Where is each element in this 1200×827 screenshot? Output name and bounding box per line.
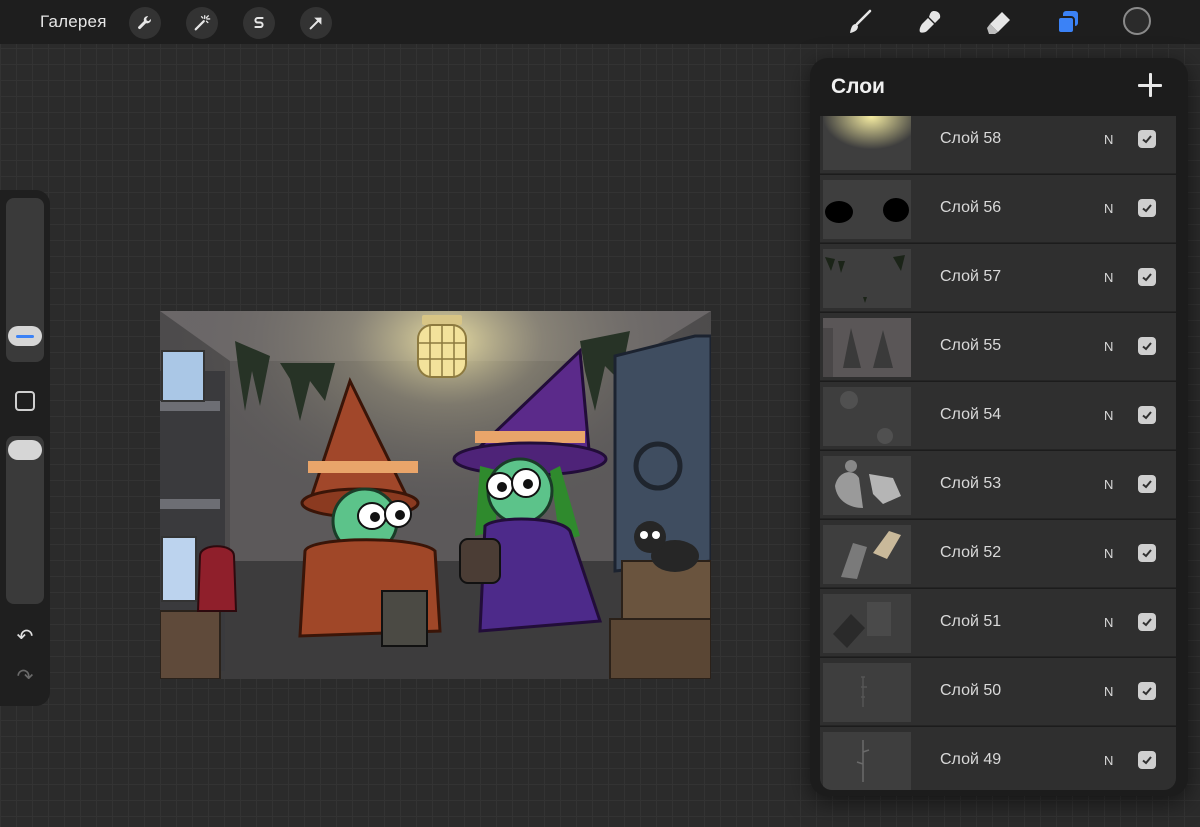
layer-thumbnail <box>823 116 911 170</box>
layer-thumbnail <box>823 249 911 308</box>
layers-title: Слои <box>831 75 885 98</box>
layer-name: Слой 53 <box>940 475 1002 492</box>
blend-mode-button[interactable]: N <box>1104 546 1113 561</box>
blend-mode-button[interactable]: N <box>1104 408 1113 423</box>
layer-thumbnail <box>823 387 911 446</box>
arrow-icon[interactable] <box>300 7 332 39</box>
selection-s-icon[interactable] <box>243 7 275 39</box>
visibility-checkbox[interactable] <box>1138 751 1156 769</box>
blend-mode-button[interactable]: N <box>1104 201 1113 216</box>
blend-mode-button[interactable]: N <box>1104 339 1113 354</box>
layer-name: Слой 58 <box>940 130 1002 147</box>
color-picker-swatch[interactable] <box>1123 7 1151 35</box>
layer-name: Слой 55 <box>940 337 1002 354</box>
layer-row[interactable]: Слой 57 N <box>820 244 1176 312</box>
redo-icon[interactable]: ↷ <box>12 666 38 688</box>
layer-row[interactable]: Слой 54 N <box>820 382 1176 450</box>
layer-list[interactable]: Слой 58 N Слой 56 N Слой 57 N Слой 55 N … <box>820 116 1176 790</box>
layers-icon[interactable] <box>1052 6 1084 38</box>
blend-mode-button[interactable]: N <box>1104 477 1113 492</box>
modify-button[interactable] <box>15 391 35 411</box>
layer-thumbnail <box>823 525 911 584</box>
layer-thumbnail <box>823 318 911 377</box>
top-toolbar: Галерея <box>0 0 1200 44</box>
layer-thumbnail <box>823 456 911 515</box>
layer-row[interactable]: Слой 58 N <box>820 116 1176 174</box>
layer-name: Слой 54 <box>940 406 1002 423</box>
visibility-checkbox[interactable] <box>1138 406 1156 424</box>
visibility-checkbox[interactable] <box>1138 337 1156 355</box>
brush-size-slider[interactable] <box>6 198 44 362</box>
layer-thumbnail <box>823 180 911 239</box>
layer-name: Слой 51 <box>940 613 1002 630</box>
layer-name: Слой 56 <box>940 199 1002 216</box>
visibility-checkbox[interactable] <box>1138 130 1156 148</box>
left-sidebar: ↶ ↷ <box>0 190 50 706</box>
layer-thumbnail <box>823 594 911 653</box>
layer-row[interactable]: Слой 52 N <box>820 520 1176 588</box>
layer-thumbnail <box>823 663 911 722</box>
blend-mode-button[interactable]: N <box>1104 615 1113 630</box>
canvas-artwork[interactable] <box>160 311 711 679</box>
visibility-checkbox[interactable] <box>1138 544 1156 562</box>
blend-mode-button[interactable]: N <box>1104 132 1113 147</box>
layer-name: Слой 50 <box>940 682 1002 699</box>
layer-thumbnail <box>823 732 911 790</box>
blend-mode-button[interactable]: N <box>1104 753 1113 768</box>
layer-row[interactable]: Слой 55 N <box>820 313 1176 381</box>
layer-name: Слой 52 <box>940 544 1002 561</box>
blend-mode-button[interactable]: N <box>1104 684 1113 699</box>
brush-icon[interactable] <box>844 6 876 38</box>
gallery-button[interactable]: Галерея <box>40 12 107 32</box>
visibility-checkbox[interactable] <box>1138 199 1156 217</box>
layer-name: Слой 49 <box>940 751 1002 768</box>
brush-size-thumb[interactable] <box>8 326 42 346</box>
blend-mode-button[interactable]: N <box>1104 270 1113 285</box>
layer-row[interactable]: Слой 56 N <box>820 175 1176 243</box>
opacity-thumb[interactable] <box>8 440 42 460</box>
visibility-checkbox[interactable] <box>1138 682 1156 700</box>
layer-row[interactable]: Слой 51 N <box>820 589 1176 657</box>
visibility-checkbox[interactable] <box>1138 475 1156 493</box>
undo-icon[interactable]: ↶ <box>12 626 38 648</box>
opacity-slider[interactable] <box>6 436 44 604</box>
layer-row[interactable]: Слой 53 N <box>820 451 1176 519</box>
smudge-icon[interactable] <box>914 6 946 38</box>
witches-illustration <box>160 311 711 679</box>
layers-panel: Слои Слой 58 N Слой 56 N Слой 57 N Слой … <box>810 58 1188 796</box>
visibility-checkbox[interactable] <box>1138 268 1156 286</box>
eraser-icon[interactable] <box>983 6 1015 38</box>
layer-row[interactable]: Слой 49 N <box>820 727 1176 790</box>
magic-wand-icon[interactable] <box>186 7 218 39</box>
visibility-checkbox[interactable] <box>1138 613 1156 631</box>
wrench-icon[interactable] <box>129 7 161 39</box>
layer-row[interactable]: Слой 50 N <box>820 658 1176 726</box>
plus-icon[interactable] <box>1137 72 1163 98</box>
layer-name: Слой 57 <box>940 268 1002 285</box>
